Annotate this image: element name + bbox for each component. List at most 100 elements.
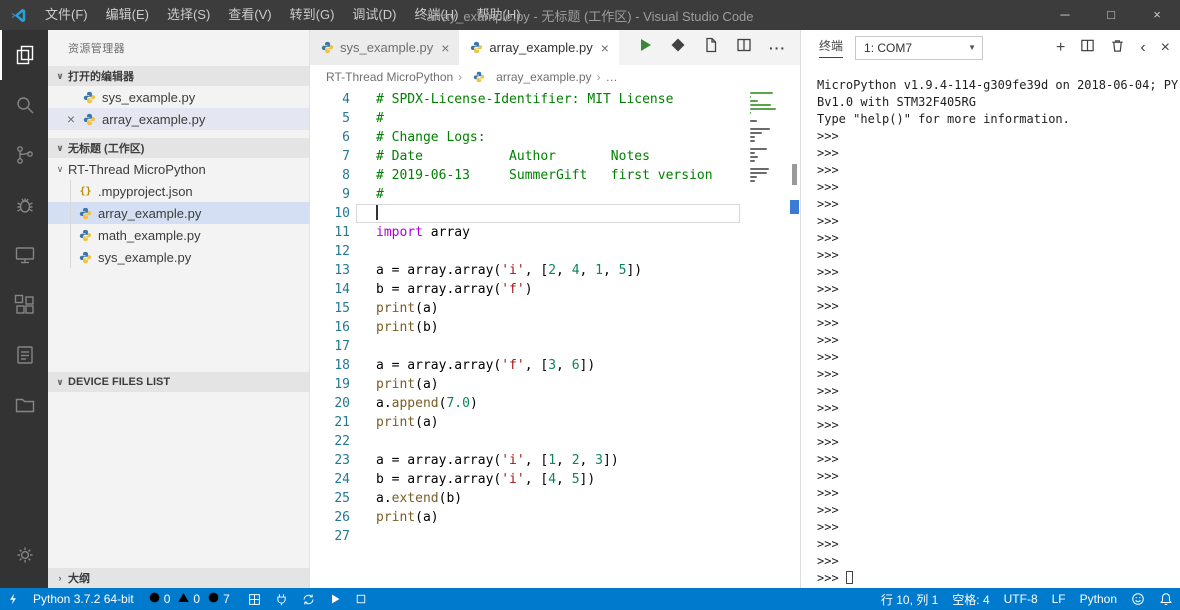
tab-array-example[interactable]: array_example.py × (459, 30, 619, 65)
code-editor[interactable]: 4 # SPDX-License-Identifier: MIT License 5… (310, 88, 800, 588)
code-line-25[interactable]: 25 a.extend(b) (310, 489, 800, 508)
code-line-22[interactable]: 22 (310, 432, 800, 451)
tree-item-math_example.py[interactable]: math_example.py (48, 224, 309, 246)
split-terminal-button[interactable] (1080, 38, 1095, 58)
run-on-device-button[interactable] (670, 37, 686, 58)
menu-item-4[interactable]: 查看(V) (219, 0, 280, 30)
tab-sys-example[interactable]: sys_example.py × (310, 30, 460, 65)
code-line-4[interactable]: 4 # SPDX-License-Identifier: MIT License (310, 90, 800, 109)
code-line-27[interactable]: 27 (310, 527, 800, 546)
code-line-18[interactable]: 18 a = array.array('f', [3, 6]) (310, 356, 800, 375)
menu-item-2[interactable]: 编辑(E) (97, 0, 158, 30)
code-line-13[interactable]: 13 a = array.array('i', [2, 4, 1, 5]) (310, 261, 800, 280)
terminal-prompt-line: >>> (817, 350, 839, 364)
close-button[interactable]: × (1134, 0, 1180, 30)
code-line-6[interactable]: 6 # Change Logs: (310, 128, 800, 147)
board-grid-button[interactable] (241, 588, 268, 610)
close-icon[interactable]: × (441, 41, 449, 55)
more-actions-button[interactable]: ··· (769, 40, 786, 56)
close-icon[interactable]: × (601, 41, 609, 55)
breadcrumb-file[interactable]: array_example.py (496, 70, 591, 84)
code-line-10[interactable]: 10 (310, 204, 800, 223)
run-python-file-button[interactable] (637, 37, 653, 58)
explorer-icon[interactable] (0, 30, 48, 80)
code-line-21[interactable]: 21 print(a) (310, 413, 800, 432)
terminal-prompt-line: >>> (817, 299, 839, 313)
stop-button[interactable] (348, 588, 374, 610)
menu-item-6[interactable]: 调试(D) (343, 0, 405, 30)
close-icon[interactable]: × (64, 112, 78, 126)
workspace-header[interactable]: ∨ 无标题 (工作区) (48, 138, 309, 158)
tree-item-sys_example.py[interactable]: sys_example.py (48, 246, 309, 268)
debug-icon[interactable] (0, 180, 48, 230)
new-terminal-button[interactable]: + (1056, 39, 1065, 56)
run-button[interactable] (322, 588, 348, 610)
code-line-12[interactable]: 12 (310, 242, 800, 261)
terminal-prompt-line: >>> (817, 265, 839, 279)
code-line-5[interactable]: 5 # (310, 109, 800, 128)
tree-item-array_example.py[interactable]: array_example.py (48, 202, 309, 224)
open-editor-sys-example[interactable]: sys_example.py (48, 86, 309, 108)
python-file-icon (471, 69, 486, 84)
flash-download-button[interactable] (268, 588, 295, 610)
code-line-19[interactable]: 19 print(a) (310, 375, 800, 394)
scrollbar-thumb[interactable] (792, 164, 797, 185)
notes-board-icon[interactable] (0, 330, 48, 380)
file-name: array_example.py (102, 111, 206, 127)
outline-header[interactable]: › 大纲 (48, 568, 309, 588)
encoding-setting[interactable]: UTF-8 (997, 588, 1045, 610)
breadcrumb-root[interactable]: RT-Thread MicroPython (326, 70, 453, 84)
code-line-23[interactable]: 23 a = array.array('i', [1, 2, 3]) (310, 451, 800, 470)
open-editor-array-example[interactable]: × array_example.py (48, 108, 309, 130)
settings-gear-icon[interactable] (0, 530, 48, 580)
tree-item-.mpyproject.json[interactable]: {} .mpyproject.json (48, 180, 309, 202)
remote-bolt-icon[interactable] (0, 588, 26, 610)
source-control-icon[interactable] (0, 130, 48, 180)
tab-label: sys_example.py (340, 40, 434, 55)
line-text: # Change Logs: (376, 130, 486, 145)
code-line-14[interactable]: 14 b = array.array('f') (310, 280, 800, 299)
open-changes-button[interactable] (703, 37, 719, 58)
sync-button[interactable] (295, 588, 322, 610)
split-editor-button[interactable] (736, 37, 752, 58)
breadcrumb-more[interactable]: … (606, 70, 618, 84)
code-line-7[interactable]: 7 # Date Author Notes (310, 147, 800, 166)
eol-setting[interactable]: LF (1045, 588, 1073, 610)
minimize-button[interactable]: ─ (1042, 0, 1088, 30)
problems-indicator[interactable]: 0 0 7 (141, 591, 241, 607)
code-line-8[interactable]: 8 # 2019-06-13 SummerGift first version (310, 166, 800, 185)
project-folder-icon[interactable] (0, 380, 48, 430)
code-line-20[interactable]: 20 a.append(7.0) (310, 394, 800, 413)
cursor-position[interactable]: 行 10, 列 1 (874, 588, 945, 610)
chevron-left-icon[interactable]: ‹ (1140, 39, 1145, 56)
python-interpreter-selector[interactable]: Python 3.7.2 64-bit (26, 588, 141, 610)
maximize-button[interactable]: □ (1088, 0, 1134, 30)
close-panel-button[interactable]: × (1161, 39, 1170, 56)
device-monitor-icon[interactable] (0, 230, 48, 280)
code-line-9[interactable]: 9 # (310, 185, 800, 204)
explorer-sidebar: 资源管理器 ∨ 打开的编辑器 sys_example.py × array_ex… (48, 30, 310, 588)
menu-item-3[interactable]: 选择(S) (158, 0, 219, 30)
code-line-17[interactable]: 17 (310, 337, 800, 356)
code-line-24[interactable]: 24 b = array.array('i', [4, 5]) (310, 470, 800, 489)
code-line-11[interactable]: 11 import array (310, 223, 800, 242)
language-mode[interactable]: Python (1073, 588, 1124, 610)
search-icon[interactable] (0, 80, 48, 130)
terminal-output[interactable]: MicroPython v1.9.4-114-g309fe39d on 2018… (801, 65, 1180, 588)
kill-terminal-button[interactable] (1110, 38, 1125, 58)
menu-item-5[interactable]: 转到(G) (281, 0, 344, 30)
folder-rt-thread-micropython[interactable]: ∨ RT-Thread MicroPython (48, 158, 309, 180)
minimap[interactable] (750, 92, 782, 188)
code-line-15[interactable]: 15 print(a) (310, 299, 800, 318)
code-line-16[interactable]: 16 print(b) (310, 318, 800, 337)
indentation-setting[interactable]: 空格: 4 (945, 588, 996, 610)
terminal-selector-dropdown[interactable]: 1: COM7 ▼ (855, 35, 984, 60)
notifications-bell-icon[interactable] (1152, 588, 1180, 610)
feedback-smiley-icon[interactable] (1124, 588, 1152, 610)
extensions-icon[interactable] (0, 280, 48, 330)
device-files-header[interactable]: ∨ DEVICE FILES LIST (48, 372, 309, 392)
code-line-26[interactable]: 26 print(a) (310, 508, 800, 527)
menu-item-1[interactable]: 文件(F) (36, 0, 97, 30)
open-editors-header[interactable]: ∨ 打开的编辑器 (48, 66, 309, 86)
terminal-tab[interactable]: 终端 (819, 37, 844, 58)
